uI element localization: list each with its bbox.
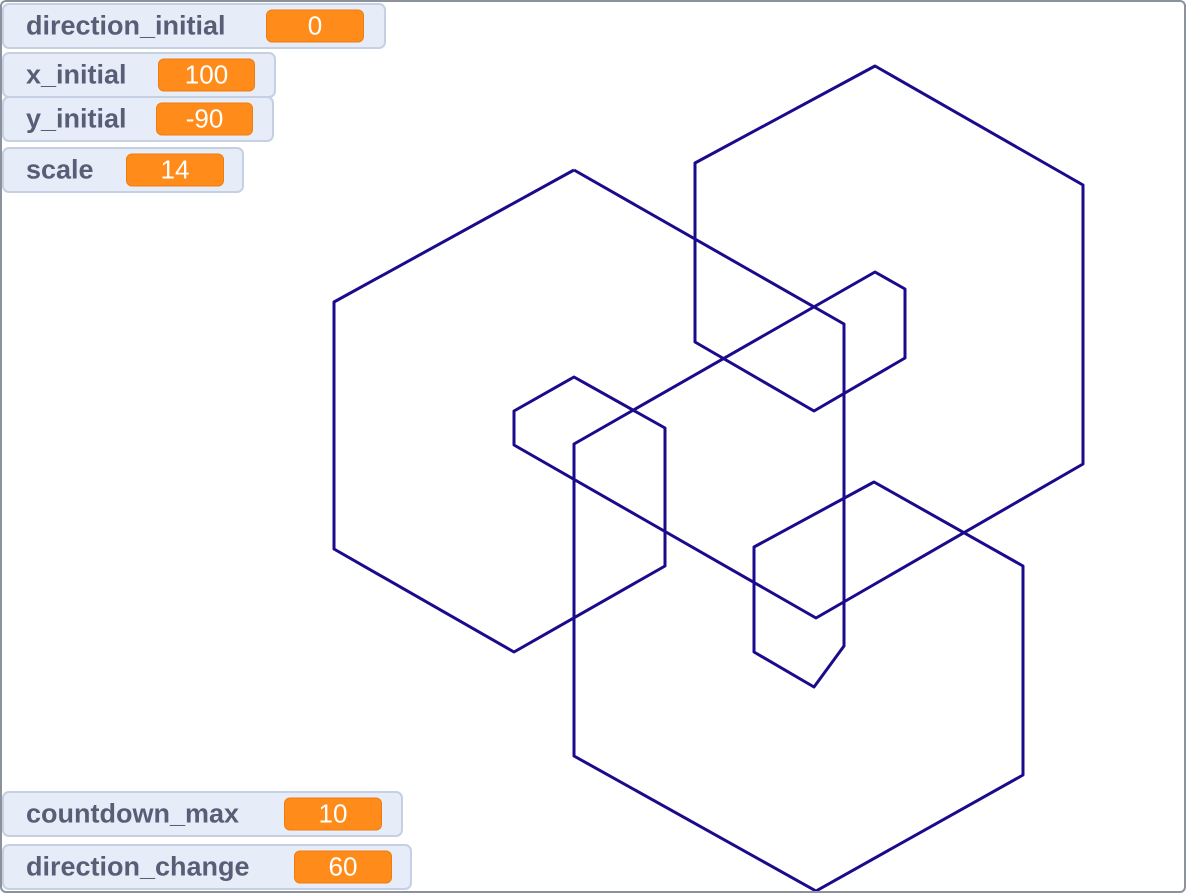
- monitor-countdown-max[interactable]: countdown_max 10: [2, 791, 403, 837]
- pen-trail: [332, 64, 1085, 891]
- monitor-value: 0: [266, 9, 364, 43]
- monitor-label: countdown_max: [26, 798, 240, 829]
- monitor-value: 60: [294, 850, 392, 884]
- monitor-label: scale: [26, 154, 94, 185]
- monitor-value: 10: [284, 797, 382, 831]
- monitor-label: direction_initial: [26, 10, 226, 41]
- monitor-scale[interactable]: scale 14: [2, 147, 244, 193]
- monitor-label: x_initial: [26, 59, 127, 90]
- monitor-label: y_initial: [26, 103, 127, 134]
- monitor-x-initial[interactable]: x_initial 100: [2, 52, 276, 98]
- monitor-label: direction_change: [26, 851, 250, 882]
- monitor-value: -90: [156, 102, 253, 136]
- stage[interactable]: direction_initial 0 x_initial 100 y_init…: [0, 0, 1186, 893]
- monitor-direction-initial[interactable]: direction_initial 0: [2, 3, 386, 49]
- monitor-y-initial[interactable]: y_initial -90: [2, 96, 274, 142]
- monitor-direction-change[interactable]: direction_change 60: [2, 844, 412, 890]
- monitor-value: 14: [126, 153, 224, 187]
- monitor-value: 100: [158, 58, 255, 92]
